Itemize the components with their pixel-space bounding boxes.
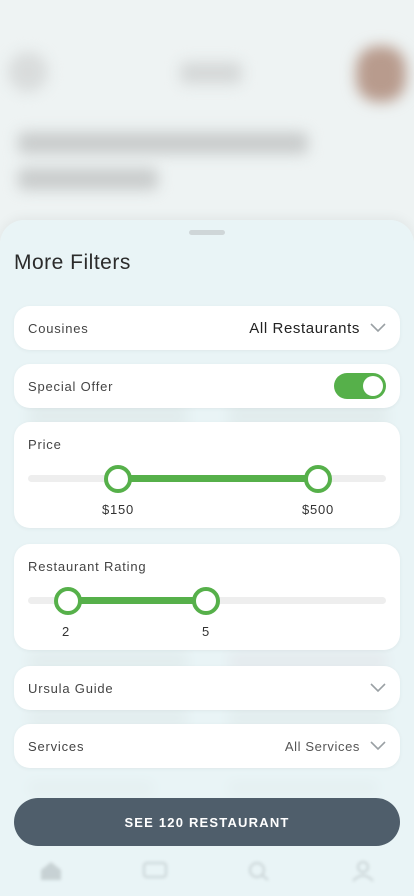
filter-sheet: More Filters Cousines All Restaurants Sp… — [0, 220, 414, 896]
rating-slider-range — [68, 597, 206, 604]
ursula-guide-dropdown[interactable]: Ursula Guide — [14, 666, 400, 710]
background-avatar-right — [356, 46, 406, 102]
sheet-title: More Filters — [14, 251, 131, 274]
profile-icon[interactable] — [350, 860, 376, 882]
price-max-handle[interactable] — [304, 465, 332, 493]
ursula-guide-label: Ursula Guide — [28, 680, 114, 696]
services-label: Services — [28, 738, 85, 754]
search-icon[interactable] — [246, 860, 272, 882]
background-title — [180, 62, 242, 84]
bottom-nav — [0, 846, 414, 896]
special-offer-row: Special Offer — [14, 364, 400, 408]
services-dropdown[interactable]: Services All Services — [14, 724, 400, 768]
special-offer-toggle[interactable] — [334, 373, 386, 399]
chevron-down-icon — [370, 741, 386, 751]
rating-label: Restaurant Rating — [28, 559, 147, 574]
chevron-down-icon — [370, 683, 386, 693]
cousines-label: Cousines — [28, 320, 89, 336]
chat-icon[interactable] — [142, 860, 168, 882]
services-value: All Services — [284, 738, 360, 754]
rating-min-value: 2 — [61, 624, 71, 639]
cousines-value: All Restaurants — [249, 319, 360, 337]
background-heading-line — [18, 168, 158, 190]
price-min-value: $150 — [101, 502, 135, 517]
sheet-drag-handle[interactable] — [189, 230, 225, 235]
home-icon[interactable] — [38, 860, 64, 882]
price-slider-range — [118, 475, 318, 482]
price-max-value: $500 — [301, 502, 335, 517]
price-min-handle[interactable] — [104, 465, 132, 493]
price-label: Price — [28, 437, 62, 452]
see-restaurants-button[interactable]: SEE 120 RESTAURANT — [14, 798, 400, 846]
rating-max-value: 5 — [201, 624, 211, 639]
chevron-down-icon — [370, 323, 386, 333]
special-offer-label: Special Offer — [28, 378, 114, 394]
background-avatar-left — [8, 52, 48, 92]
rating-max-handle[interactable] — [192, 587, 220, 615]
price-slider-card: Price $150 $500 — [14, 422, 400, 528]
rating-min-handle[interactable] — [54, 587, 82, 615]
rating-slider-card: Restaurant Rating 2 5 — [14, 544, 400, 650]
background-heading-line — [18, 132, 308, 154]
cousines-dropdown[interactable]: Cousines All Restaurants — [14, 306, 400, 350]
